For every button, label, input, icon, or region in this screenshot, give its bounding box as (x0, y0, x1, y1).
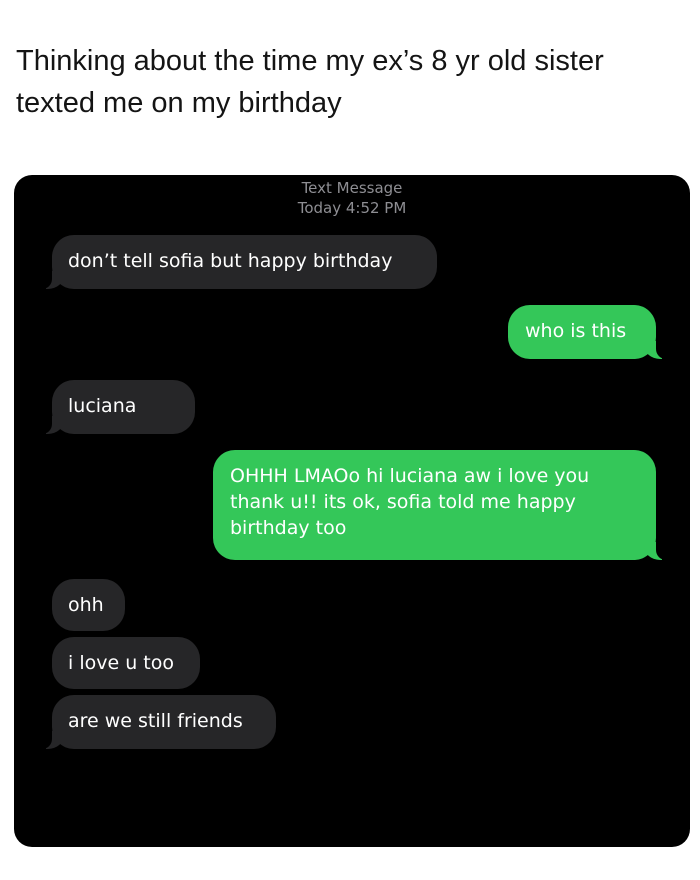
outgoing-message-bubble[interactable]: OHHH LMAOo hi luciana aw i love you than… (213, 450, 668, 560)
post-caption: Thinking about the time my ex’s 8 yr old… (16, 45, 604, 119)
incoming-message-bubble[interactable]: luciana (40, 380, 195, 434)
outgoing-message-bubble[interactable]: who is this (508, 305, 668, 359)
incoming-message-bubble[interactable]: ohh (52, 579, 125, 631)
incoming-message-bubble[interactable]: don’t tell sofia but happy birthday (40, 235, 437, 289)
message-thread[interactable]: Text Message Today 4:52 PM don’t tell so… (14, 175, 690, 847)
incoming-message-bubble[interactable]: are we still friends (40, 695, 276, 749)
thread-timestamp: Today 4:52 PM (297, 199, 407, 217)
incoming-message-bubble[interactable]: i love u too (52, 637, 200, 689)
thread-kind-label: Text Message (301, 179, 403, 197)
